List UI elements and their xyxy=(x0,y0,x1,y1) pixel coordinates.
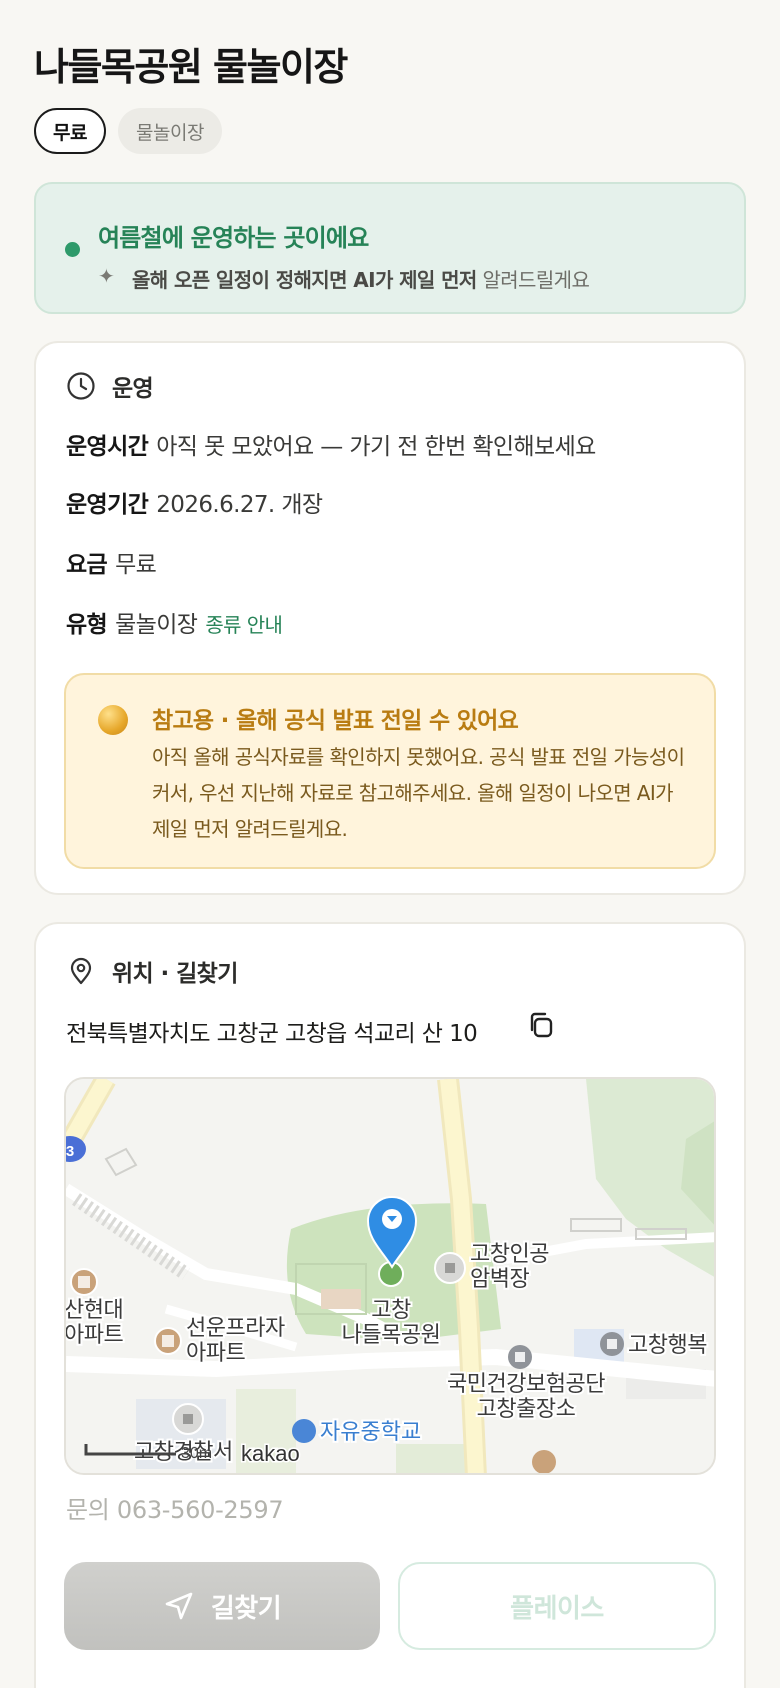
map-label-nhis-1: 국민건강보험공단 xyxy=(447,1371,605,1396)
map-label-rockwall-1: 고창인공 xyxy=(470,1241,549,1266)
season-banner-subtitle-bold: 올해 오픈 일정이 정해지면 AI가 제일 먼저 xyxy=(132,268,477,292)
sparkle-icon: ✦ xyxy=(98,264,115,288)
fee-label: 요금 xyxy=(66,552,108,578)
hours-row: 운영시간 아직 못 모았어요 — 가기 전 한번 확인해보세요 xyxy=(66,427,596,461)
map-label-park-2: 나들목공원 xyxy=(342,1322,441,1347)
season-banner: 여름철에 운영하는 곳이에요 ✦ 올해 오픈 일정이 정해지면 AI가 제일 먼… xyxy=(34,182,746,314)
map-label-seonun-2: 아파트 xyxy=(186,1340,245,1365)
map-label-rockwall-2: 암벽장 xyxy=(470,1266,529,1291)
location-heading: 위치 · 길찾기 xyxy=(66,954,238,988)
map-label-sanhyundai-2: 아파트 xyxy=(66,1322,123,1347)
season-banner-subtitle-rest: 알려드릴게요 xyxy=(476,268,590,292)
season-banner-subtitle: 올해 오픈 일정이 정해지면 AI가 제일 먼저 알려드릴게요 xyxy=(132,264,590,293)
route-button-label: 길찾기 xyxy=(210,1593,282,1624)
map-scale: 30m xyxy=(181,1445,212,1462)
map-label-gov: 고창행복 xyxy=(628,1332,707,1357)
location-map[interactable]: 3 고창 나들목공원 고창인공 암벽장 산현대 아파트 선운프라자 아파트 국민… xyxy=(64,1077,716,1475)
notice-body: 아직 올해 공식자료를 확인하지 못했어요. 공식 발표 전일 가능성이 커서,… xyxy=(152,745,685,841)
map-label-nhis-2: 고창출장소 xyxy=(477,1396,576,1421)
reference-notice: 참고용 · 올해 공식 발표 전일 수 있어요 아직 올해 공식자료를 확인하지… xyxy=(64,673,716,869)
period-label: 운영기간 xyxy=(66,492,149,518)
price-chip[interactable]: 무료 xyxy=(34,108,106,154)
hours-label: 운영시간 xyxy=(66,434,149,460)
navigation-arrow-icon xyxy=(165,1592,193,1620)
operation-card: 운영 운영시간 아직 못 모았어요 — 가기 전 한번 확인해보세요 운영기간 20… xyxy=(34,341,746,895)
location-heading-label: 위치 · 길찾기 xyxy=(112,961,238,987)
fee-row: 요금 무료 xyxy=(66,545,157,579)
map-label-seonun-1: 선운프라자 xyxy=(186,1315,285,1340)
map-label-park-1: 고창 xyxy=(371,1297,411,1322)
place-button-label: 플레이스 xyxy=(510,1593,604,1624)
place-button[interactable]: 플레이스 xyxy=(398,1562,716,1650)
hours-value: 아직 못 모았어요 — 가기 전 한번 확인해보세요 xyxy=(156,434,596,460)
period-row: 운영기간 2026.6.27. 개장 xyxy=(66,485,323,519)
page-title: 나들목공원 물놀이장 xyxy=(34,45,348,89)
type-guide-link[interactable]: 종류 안내 xyxy=(205,613,283,637)
map-pin-icon xyxy=(70,957,92,985)
map-road-badge: 3 xyxy=(66,1143,74,1160)
operation-heading-label: 운영 xyxy=(112,376,154,402)
route-button[interactable]: 길찾기 xyxy=(64,1562,380,1650)
type-value: 물놀이장 xyxy=(115,612,198,638)
status-dot xyxy=(65,242,80,257)
clock-icon xyxy=(67,372,95,400)
map-label-sanhyundai-1: 산현대 xyxy=(66,1297,123,1322)
notice-title: 참고용 · 올해 공식 발표 전일 수 있어요 xyxy=(152,708,519,734)
copy-icon[interactable] xyxy=(526,1010,556,1040)
map-brand: kakao xyxy=(241,1441,300,1466)
fee-value: 무료 xyxy=(115,552,157,578)
location-card: 위치 · 길찾기 전북특별자치도 고창군 고창읍 석교리 산 10 3 고창 나… xyxy=(34,922,746,1688)
period-value: 2026.6.27. 개장 xyxy=(156,492,323,518)
season-banner-title: 여름철에 운영하는 곳이에요 xyxy=(98,224,369,252)
category-chip[interactable]: 물놀이장 xyxy=(118,108,222,154)
coin-icon xyxy=(98,705,128,735)
address-text: 전북특별자치도 고창군 고창읍 석교리 산 10 xyxy=(66,1021,478,1047)
operation-heading: 운영 xyxy=(66,369,154,403)
contact-phone[interactable]: 문의 063-560-2597 xyxy=(66,1490,284,1525)
type-label: 유형 xyxy=(66,612,108,638)
type-row: 유형 물놀이장 종류 안내 xyxy=(66,605,283,639)
map-label-school: 자유중학교 xyxy=(320,1419,421,1444)
